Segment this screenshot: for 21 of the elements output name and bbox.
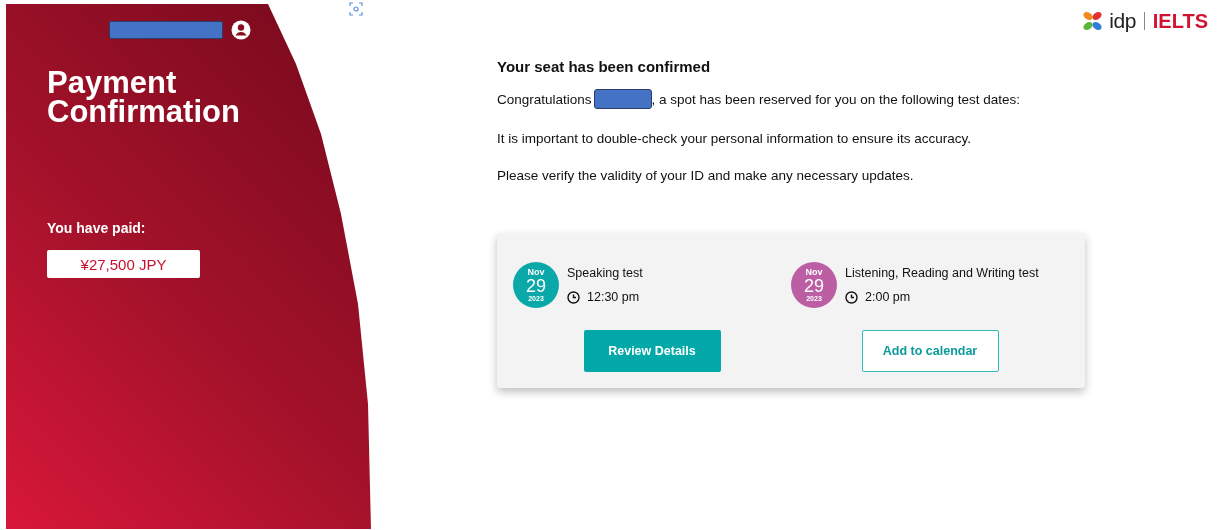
amount-paid: ¥27,500 JPY — [47, 250, 200, 278]
info-paragraph: It is important to double-check your personal information to ensure its accuracy. — [497, 131, 972, 146]
user-icon[interactable] — [231, 20, 251, 40]
clock-icon — [567, 290, 580, 304]
clock-icon — [845, 290, 858, 304]
petals-icon — [1082, 10, 1105, 32]
test-name: Listening, Reading and Writing test — [845, 266, 1039, 280]
page-title: Payment Confirmation — [47, 68, 241, 126]
add-to-calendar-button[interactable]: Add to calendar — [861, 330, 999, 372]
greeting-text: , a spot has been reserved for you on the following test dates: — [651, 91, 1021, 107]
test-name: Speaking test — [567, 266, 643, 280]
greeting-text: Congratulations — [497, 91, 592, 107]
review-details-button[interactable]: Review Details — [583, 330, 721, 372]
product-name: IELTS — [1152, 9, 1208, 33]
redacted-name — [593, 89, 652, 109]
paid-label: You have paid: — [47, 220, 147, 236]
confirmation-heading: Your seat has been confirmed — [497, 58, 712, 75]
info-paragraph: Please verify the validity of your ID and make any necessary updates. — [497, 168, 915, 183]
brand-name: idp — [1109, 9, 1136, 33]
test-time: 12:30 pm — [587, 290, 640, 304]
test-time: 2:00 pm — [865, 290, 911, 304]
